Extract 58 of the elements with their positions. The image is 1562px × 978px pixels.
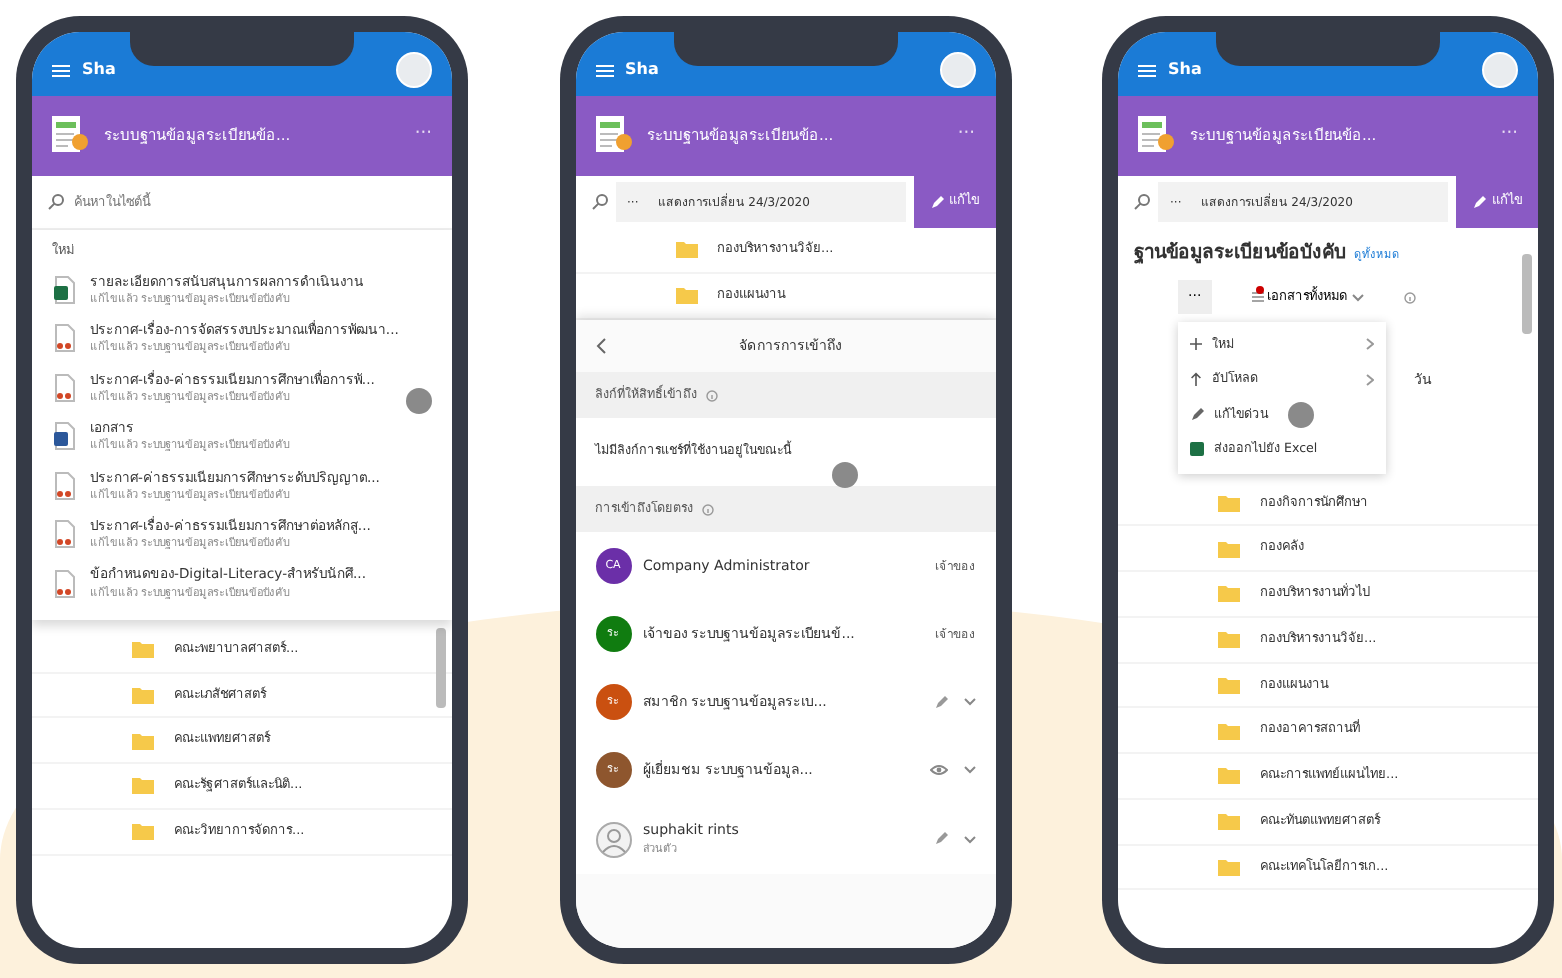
list-icon [1251,292,1264,302]
folder-icon [1218,630,1240,649]
person-icon [595,821,631,858]
chevron-right-icon [1366,338,1374,351]
folder-icon [1218,721,1240,740]
notification-dot [1255,285,1264,294]
avatar-icon[interactable] [396,52,432,88]
app-title: Sha [82,58,116,82]
folder-icon [132,822,154,841]
info-icon [705,389,717,402]
library-title: ฐานข้อมูลระเบียนข้อบังคับ [1134,240,1346,268]
folder-icon [1218,675,1240,694]
pencil-icon [933,695,947,710]
scrollbar[interactable] [1522,253,1532,333]
folder-icon [132,776,154,795]
touch-indicator [406,388,432,414]
more-options-button[interactable]: ··· [1500,122,1518,150]
folder-icon [1218,812,1240,831]
site-logo-icon [52,116,88,156]
folder-icon [675,240,697,259]
pencil-icon [933,832,947,847]
app-title: Sha [1168,58,1202,82]
info-icon [1403,291,1416,303]
more-options-button[interactable]: ··· [957,122,975,150]
pencil-icon [929,195,943,209]
folder-icon [132,731,154,750]
chevron-right-icon [1366,373,1374,386]
pencil-icon [1472,195,1486,209]
site-logo-icon [595,116,631,156]
folder-icon [1218,857,1240,876]
chevron-down-icon [963,698,975,707]
chevron-down-icon [1351,293,1364,301]
upload-icon [1190,372,1202,387]
avatar-icon[interactable] [939,52,975,88]
info-icon [701,503,713,516]
folder-icon [132,640,154,659]
avatar-icon[interactable] [1482,52,1518,88]
more-options-button[interactable]: ··· [414,122,432,150]
app-title: Sha [625,58,659,82]
plus-icon [1190,338,1202,351]
search-icon[interactable] [591,194,607,210]
eye-icon [929,764,947,777]
search-icon[interactable] [1134,194,1150,210]
folder-icon [1218,539,1240,558]
folder-icon [1218,493,1240,512]
folder-icon [132,685,154,704]
menu-icon[interactable] [52,63,70,77]
scrollbar[interactable] [436,627,446,708]
pencil-icon [1190,407,1204,422]
chevron-down-icon [963,766,975,775]
site-logo-icon [1138,116,1174,156]
menu-icon[interactable] [1138,63,1156,77]
menu-icon[interactable] [595,63,613,77]
spreadsheet-icon [1190,442,1204,457]
chevron-down-icon [963,835,975,844]
folder-icon [675,286,697,305]
search-icon[interactable] [48,194,64,210]
folder-icon [1218,766,1240,785]
